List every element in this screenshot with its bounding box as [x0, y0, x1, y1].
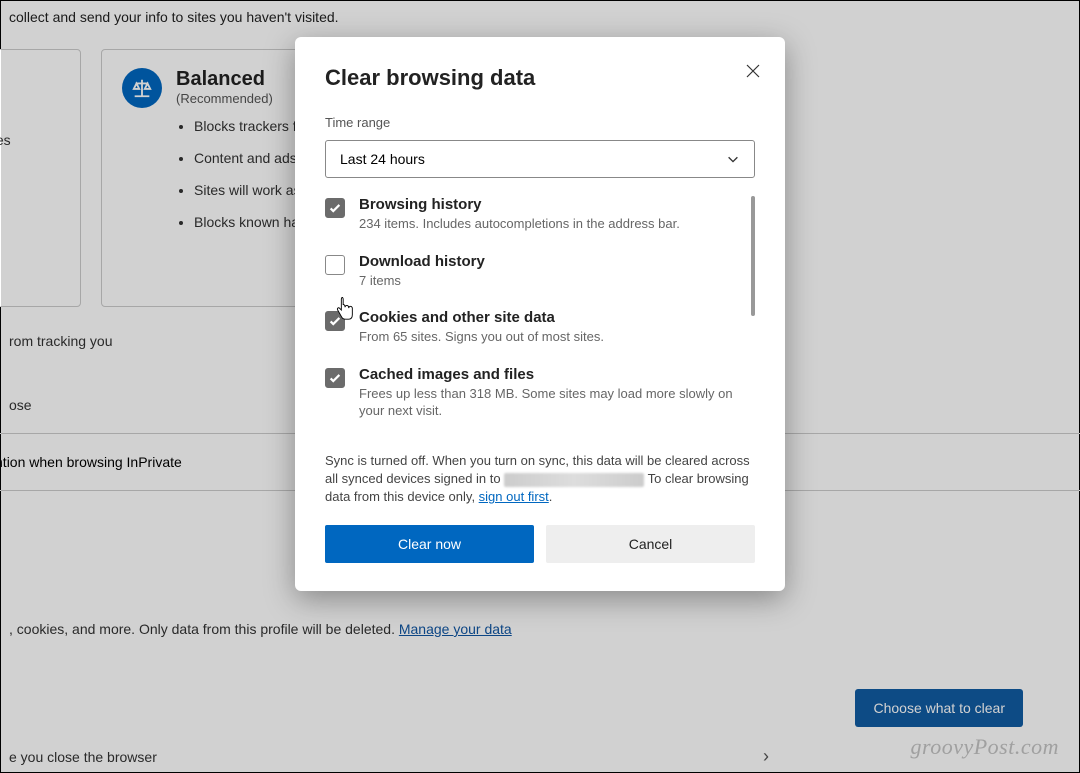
option-cookies: Cookies and other site data From 65 site… — [325, 309, 755, 346]
option-title: Browsing history — [359, 196, 680, 213]
choose-what-to-clear-button[interactable]: Choose what to clear — [855, 689, 1023, 727]
card-a-line2: e — [0, 156, 68, 172]
option-subtitle: Frees up less than 318 MB. Some sites ma… — [359, 385, 739, 420]
chevron-right-icon[interactable]: › — [763, 746, 769, 767]
inprivate-label: prevention when browsing InPrivate — [0, 454, 182, 470]
sync-note: Sync is turned off. When you turn on syn… — [325, 452, 755, 507]
balance-scale-icon — [122, 68, 162, 108]
sign-out-link[interactable]: sign out first — [479, 489, 549, 504]
option-subtitle: 7 items — [359, 272, 485, 290]
card-a-line3: ers — [0, 226, 68, 242]
clear-now-button[interactable]: Clear now — [325, 525, 534, 563]
manage-data-link[interactable]: Manage your data — [399, 621, 512, 637]
time-range-select[interactable]: Last 24 hours — [325, 140, 755, 178]
close-browser-label: e you close the browser — [9, 749, 157, 765]
time-range-value: Last 24 hours — [340, 151, 425, 167]
checkbox-browsing-history[interactable] — [325, 198, 345, 218]
option-download-history: Download history 7 items — [325, 253, 755, 290]
checkbox-download-history[interactable] — [325, 255, 345, 275]
balanced-title: Balanced — [176, 68, 273, 91]
option-title: Download history — [359, 253, 485, 270]
balanced-subtitle: (Recommended) — [176, 91, 273, 106]
option-browsing-history: Browsing history 234 items. Includes aut… — [325, 196, 755, 233]
clear-browsing-data-dialog: Clear browsing data Time range Last 24 h… — [295, 37, 785, 591]
close-icon — [745, 63, 761, 79]
redacted-account — [504, 473, 644, 487]
card-a-line1: all sites — [0, 132, 68, 148]
cancel-button[interactable]: Cancel — [546, 525, 755, 563]
option-title: Cached images and files — [359, 366, 739, 383]
chevron-down-icon — [726, 152, 740, 166]
watermark: groovyPost.com — [910, 734, 1059, 760]
dialog-close-button[interactable] — [739, 57, 767, 85]
option-cached: Cached images and files Frees up less th… — [325, 366, 755, 420]
dialog-title: Clear browsing data — [325, 65, 755, 91]
option-subtitle: 234 items. Includes autocompletions in t… — [359, 215, 680, 233]
scrollbar-thumb[interactable] — [751, 196, 755, 316]
checkbox-cookies[interactable] — [325, 311, 345, 331]
checkbox-cached[interactable] — [325, 368, 345, 388]
option-subtitle: From 65 sites. Signs you out of most sit… — [359, 328, 604, 346]
time-range-label: Time range — [325, 115, 755, 130]
tracking-basic-card[interactable]: all sites e ers — [0, 49, 81, 307]
option-title: Cookies and other site data — [359, 309, 604, 326]
